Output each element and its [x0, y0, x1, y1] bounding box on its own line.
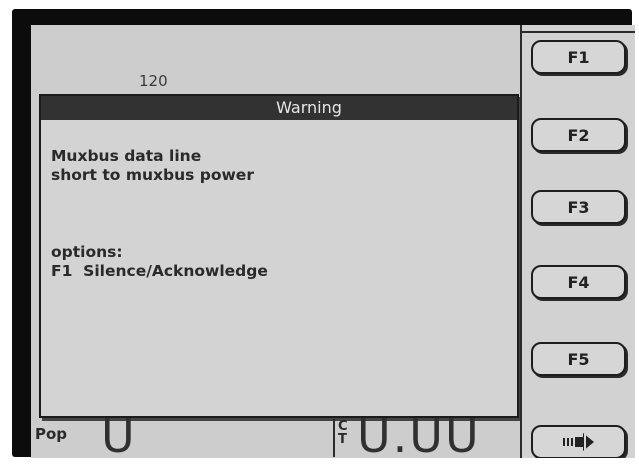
- pop-value: U: [101, 409, 137, 458]
- f3-button[interactable]: F3: [531, 190, 626, 224]
- dialog-title: Warning: [276, 98, 342, 117]
- background-value-label: 120: [139, 72, 168, 90]
- device-frame: 120 Warning Muxbus data line short to mu…: [12, 9, 635, 458]
- option-silence-acknowledge: F1 Silence/Acknowledge: [51, 262, 268, 280]
- ct-label: CT: [338, 419, 348, 447]
- dialog-title-bar: Warning: [41, 96, 517, 120]
- lcd-screen: 120 Warning Muxbus data line short to mu…: [31, 25, 635, 458]
- ct-value: U.UU: [357, 409, 481, 458]
- f2-button[interactable]: F2: [531, 118, 626, 152]
- pop-label: Pop: [35, 425, 68, 443]
- status-bar: Pop U CT U.UU: [31, 413, 520, 458]
- warning-dialog: Warning Muxbus data line short to muxbus…: [39, 94, 519, 418]
- panel-cap: [522, 25, 635, 33]
- warning-message-line1: Muxbus data line: [51, 147, 202, 165]
- warning-message-line2: short to muxbus power: [51, 166, 254, 184]
- f5-button[interactable]: F5: [531, 342, 626, 376]
- f1-button[interactable]: F1: [531, 40, 626, 74]
- next-page-button[interactable]: [531, 425, 626, 458]
- next-page-arrow-icon: [561, 432, 597, 452]
- options-heading: options:: [51, 243, 123, 261]
- f4-button[interactable]: F4: [531, 265, 626, 299]
- ct-divider: [333, 419, 335, 457]
- function-key-panel: F1 F2 F3 F4 F5: [520, 25, 635, 458]
